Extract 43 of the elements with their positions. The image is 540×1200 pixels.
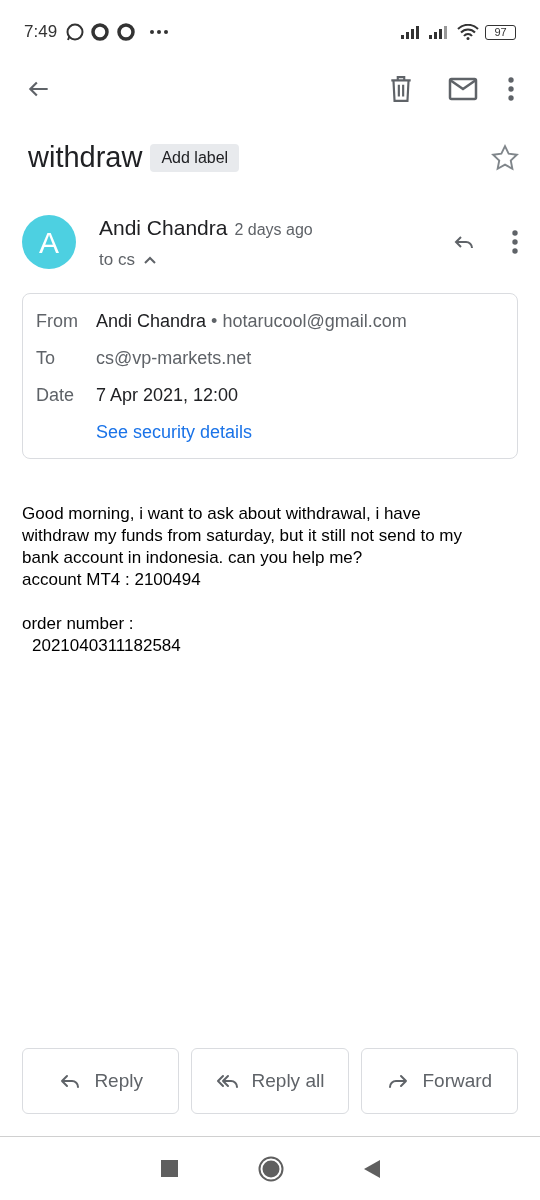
app-notification-icon — [91, 23, 110, 41]
detail-label: To — [36, 346, 56, 370]
more-vertical-icon — [508, 77, 514, 101]
status-time: 7:49 — [24, 21, 58, 44]
action-button[interactable]: Reply all — [191, 1048, 349, 1114]
caret-icon — [142, 254, 157, 265]
body-text-line: bank account in indonesia. can you help me? — [22, 546, 363, 569]
message-time: 2 days ago — [234, 219, 313, 240]
subject-title: withdraw — [28, 140, 143, 175]
mark-unread-button[interactable] — [446, 75, 480, 103]
recipients-toggle[interactable]: to cs — [99, 247, 313, 273]
detail-value: Andi Chandra — [96, 309, 207, 333]
detail-label: Date — [36, 383, 76, 407]
security-details-link[interactable]: See security details — [96, 421, 253, 442]
app-notification-icon — [117, 23, 136, 41]
body-text-line: Good morning, i want to ask about withdrawal, i have — [22, 502, 421, 525]
more-notifications-icon — [149, 29, 170, 35]
detail-value: cs@vp-markets.net — [96, 346, 252, 370]
wifi-icon — [457, 24, 479, 40]
detail-label: From — [36, 309, 79, 333]
back-triangle-icon[interactable] — [363, 1159, 380, 1178]
body-text-line: 2021040311182584 — [31, 634, 181, 657]
body-text-line: account MT4 : 2100494 — [22, 568, 201, 591]
detail-value: 7 Apr 2021, 12:00 — [96, 383, 239, 407]
star-button[interactable] — [490, 142, 520, 173]
action-button[interactable]: Forward — [360, 1048, 518, 1114]
more-options-button[interactable] — [506, 75, 516, 103]
sender-name: Andi Chandra — [99, 214, 228, 241]
body-text-line: order number : — [22, 612, 134, 635]
battery-indicator: 97 — [485, 24, 516, 40]
sender-email: • hotarucool@gmail.com — [211, 309, 407, 333]
add-label-button[interactable]: Add label — [150, 143, 240, 172]
action-button[interactable]: Reply — [22, 1048, 180, 1114]
recents-icon[interactable] — [160, 1160, 178, 1177]
trash-icon — [388, 75, 414, 103]
star-icon — [490, 142, 520, 173]
sender-avatar: A — [22, 215, 76, 269]
message-options-button[interactable] — [510, 228, 520, 256]
home-icon[interactable] — [257, 1155, 284, 1182]
more-vertical-icon — [512, 230, 518, 254]
envelope-icon — [448, 77, 478, 101]
chat-app-icon — [65, 22, 86, 42]
body-text-line: withdraw my funds from saturday, but it still not send to my — [22, 524, 462, 547]
